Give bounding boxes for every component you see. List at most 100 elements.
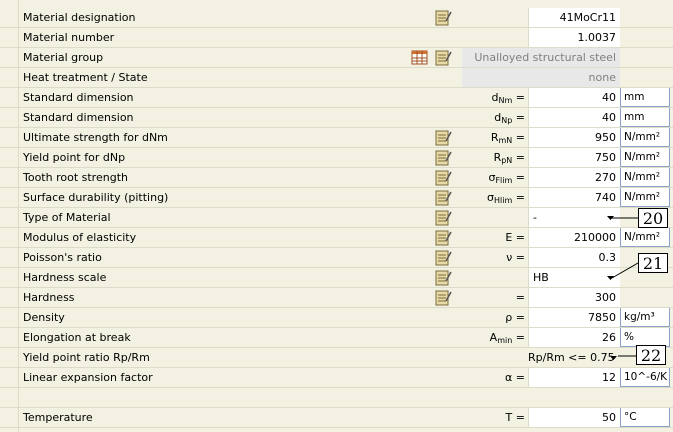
symbol: E =	[505, 231, 525, 244]
row-label: Material designation	[0, 8, 460, 27]
row-label: Linear expansion factor	[0, 368, 460, 387]
row-material-group: Material group Unalloyed structural stee…	[0, 48, 673, 68]
symbol: =	[515, 291, 525, 304]
unit-selector[interactable]: kg/m³	[620, 308, 670, 327]
notepad-icon[interactable]	[435, 269, 452, 286]
unit-selector[interactable]: 10^-6/K	[620, 368, 670, 387]
row-yield-point-ratio: Yield point ratio Rp/Rm Rp/Rm <= 0.75	[0, 348, 673, 368]
symbol: σFlim =	[488, 171, 525, 185]
row-label: Poisson's ratio	[0, 248, 460, 267]
modulus-field[interactable]: 210000	[528, 228, 620, 247]
symbol: σHlim =	[487, 191, 525, 205]
row-yield-point: Yield point for dNp RpN = 750 N/mm²	[0, 148, 673, 168]
tooth-root-strength-field[interactable]: 270	[528, 168, 620, 187]
callout-21: 21	[638, 253, 668, 273]
unit-selector[interactable]: N/mm²	[620, 168, 670, 187]
heat-treatment-field: none	[462, 68, 620, 87]
row-label: Hardness scale	[0, 268, 460, 287]
row-material-designation: Material designation 41MoCr11	[0, 8, 673, 28]
symbol: dNp =	[494, 111, 525, 125]
unit-selector[interactable]: N/mm²	[620, 228, 670, 247]
symbol: T =	[505, 411, 525, 424]
row-elongation: Elongation at break Amin = 26 %	[0, 328, 673, 348]
symbol: ρ =	[505, 311, 525, 324]
standard-dimension-np-field[interactable]: 40	[528, 108, 620, 127]
row-modulus-of-elasticity: Modulus of elasticity E = 210000 N/mm²	[0, 228, 673, 248]
row-label: Material group	[0, 48, 460, 67]
linear-expansion-field[interactable]: 12	[528, 368, 620, 387]
unit-selector[interactable]: °C	[620, 408, 670, 427]
material-designation-field[interactable]: 41MoCr11	[528, 8, 620, 27]
density-field[interactable]: 7850	[528, 308, 620, 327]
symbol: Amin =	[489, 331, 525, 345]
row-ultimate-strength: Ultimate strength for dNm RmN = 950 N/mm…	[0, 128, 673, 148]
notepad-icon[interactable]	[435, 249, 452, 266]
callout-22: 22	[636, 345, 666, 365]
hardness-field[interactable]: 300	[528, 288, 620, 307]
row-surface-durability: Surface durability (pitting) σHlim = 740…	[0, 188, 673, 208]
unit-selector[interactable]: mm	[620, 108, 670, 127]
poissons-ratio-field[interactable]: 0.3	[528, 248, 620, 267]
notepad-icon[interactable]	[435, 169, 452, 186]
notepad-icon[interactable]	[435, 189, 452, 206]
row-label: Type of Material	[0, 208, 460, 227]
row-label: Hardness	[0, 288, 460, 307]
symbol: RmN =	[490, 131, 525, 145]
notepad-icon[interactable]	[435, 49, 452, 66]
yield-point-field[interactable]: 750	[528, 148, 620, 167]
symbol: α =	[505, 371, 525, 384]
notepad-icon[interactable]	[435, 229, 452, 246]
row-label: Temperature	[0, 408, 460, 427]
row-type-of-material: Type of Material -	[0, 208, 673, 228]
unit-selector[interactable]: N/mm²	[620, 148, 670, 167]
yield-ratio-dropdown[interactable]: Rp/Rm <= 0.75	[528, 348, 620, 367]
chevron-down-icon[interactable]	[607, 214, 614, 221]
material-group-field: Unalloyed structural steel	[462, 48, 620, 67]
surface-durability-field[interactable]: 740	[528, 188, 620, 207]
row-label: Standard dimension	[0, 88, 460, 107]
row-hardness-scale: Hardness scale HB	[0, 268, 673, 288]
row-label: Standard dimension	[0, 108, 460, 127]
temperature-field[interactable]: 50	[528, 408, 620, 427]
row-poissons-ratio: Poisson's ratio ν = 0.3	[0, 248, 673, 268]
notepad-icon[interactable]	[435, 149, 452, 166]
row-label: Material number	[0, 28, 460, 47]
notepad-icon[interactable]	[435, 9, 452, 26]
row-spacer	[0, 388, 673, 408]
row-hardness: Hardness = 300	[0, 288, 673, 308]
row-label: Modulus of elasticity	[0, 228, 460, 247]
row-label: Elongation at break	[0, 328, 460, 347]
ultimate-strength-field[interactable]: 950	[528, 128, 620, 147]
table-icon[interactable]	[411, 49, 428, 66]
unit-selector[interactable]: N/mm²	[620, 128, 670, 147]
row-label: Yield point ratio Rp/Rm	[0, 348, 460, 367]
material-number-field[interactable]: 1.0037	[528, 28, 620, 47]
row-label: Ultimate strength for dNm	[0, 128, 460, 147]
material-properties-grid: Material designation 41MoCr11 Material n…	[0, 0, 673, 432]
symbol: ν =	[506, 251, 525, 264]
row-material-number: Material number 1.0037	[0, 28, 673, 48]
row-label: Tooth root strength	[0, 168, 460, 187]
row-label: Heat treatment / State	[0, 68, 460, 87]
row-standard-dimension-nm: Standard dimension dNm = 40 mm	[0, 88, 673, 108]
row-label: Yield point for dNp	[0, 148, 460, 167]
row-tooth-root-strength: Tooth root strength σFlim = 270 N/mm²	[0, 168, 673, 188]
unit-selector[interactable]: mm	[620, 88, 670, 107]
notepad-icon[interactable]	[435, 289, 452, 306]
elongation-field[interactable]: 26	[528, 328, 620, 347]
notepad-icon[interactable]	[435, 129, 452, 146]
row-heat-treatment: Heat treatment / State none	[0, 68, 673, 88]
row-temperature: Temperature T = 50 °C	[0, 408, 673, 428]
row-linear-expansion: Linear expansion factor α = 12 10^-6/K	[0, 368, 673, 388]
symbol: RpN =	[493, 151, 525, 165]
standard-dimension-nm-field[interactable]: 40	[528, 88, 620, 107]
row-label: Density	[0, 308, 460, 327]
chevron-down-icon[interactable]	[610, 354, 617, 361]
notepad-icon[interactable]	[435, 209, 452, 226]
symbol: dNm =	[491, 91, 525, 105]
callout-20: 20	[638, 208, 668, 228]
chevron-down-icon[interactable]	[607, 274, 614, 281]
row-density: Density ρ = 7850 kg/m³	[0, 308, 673, 328]
row-label: Surface durability (pitting)	[0, 188, 460, 207]
unit-selector[interactable]: N/mm²	[620, 188, 670, 207]
